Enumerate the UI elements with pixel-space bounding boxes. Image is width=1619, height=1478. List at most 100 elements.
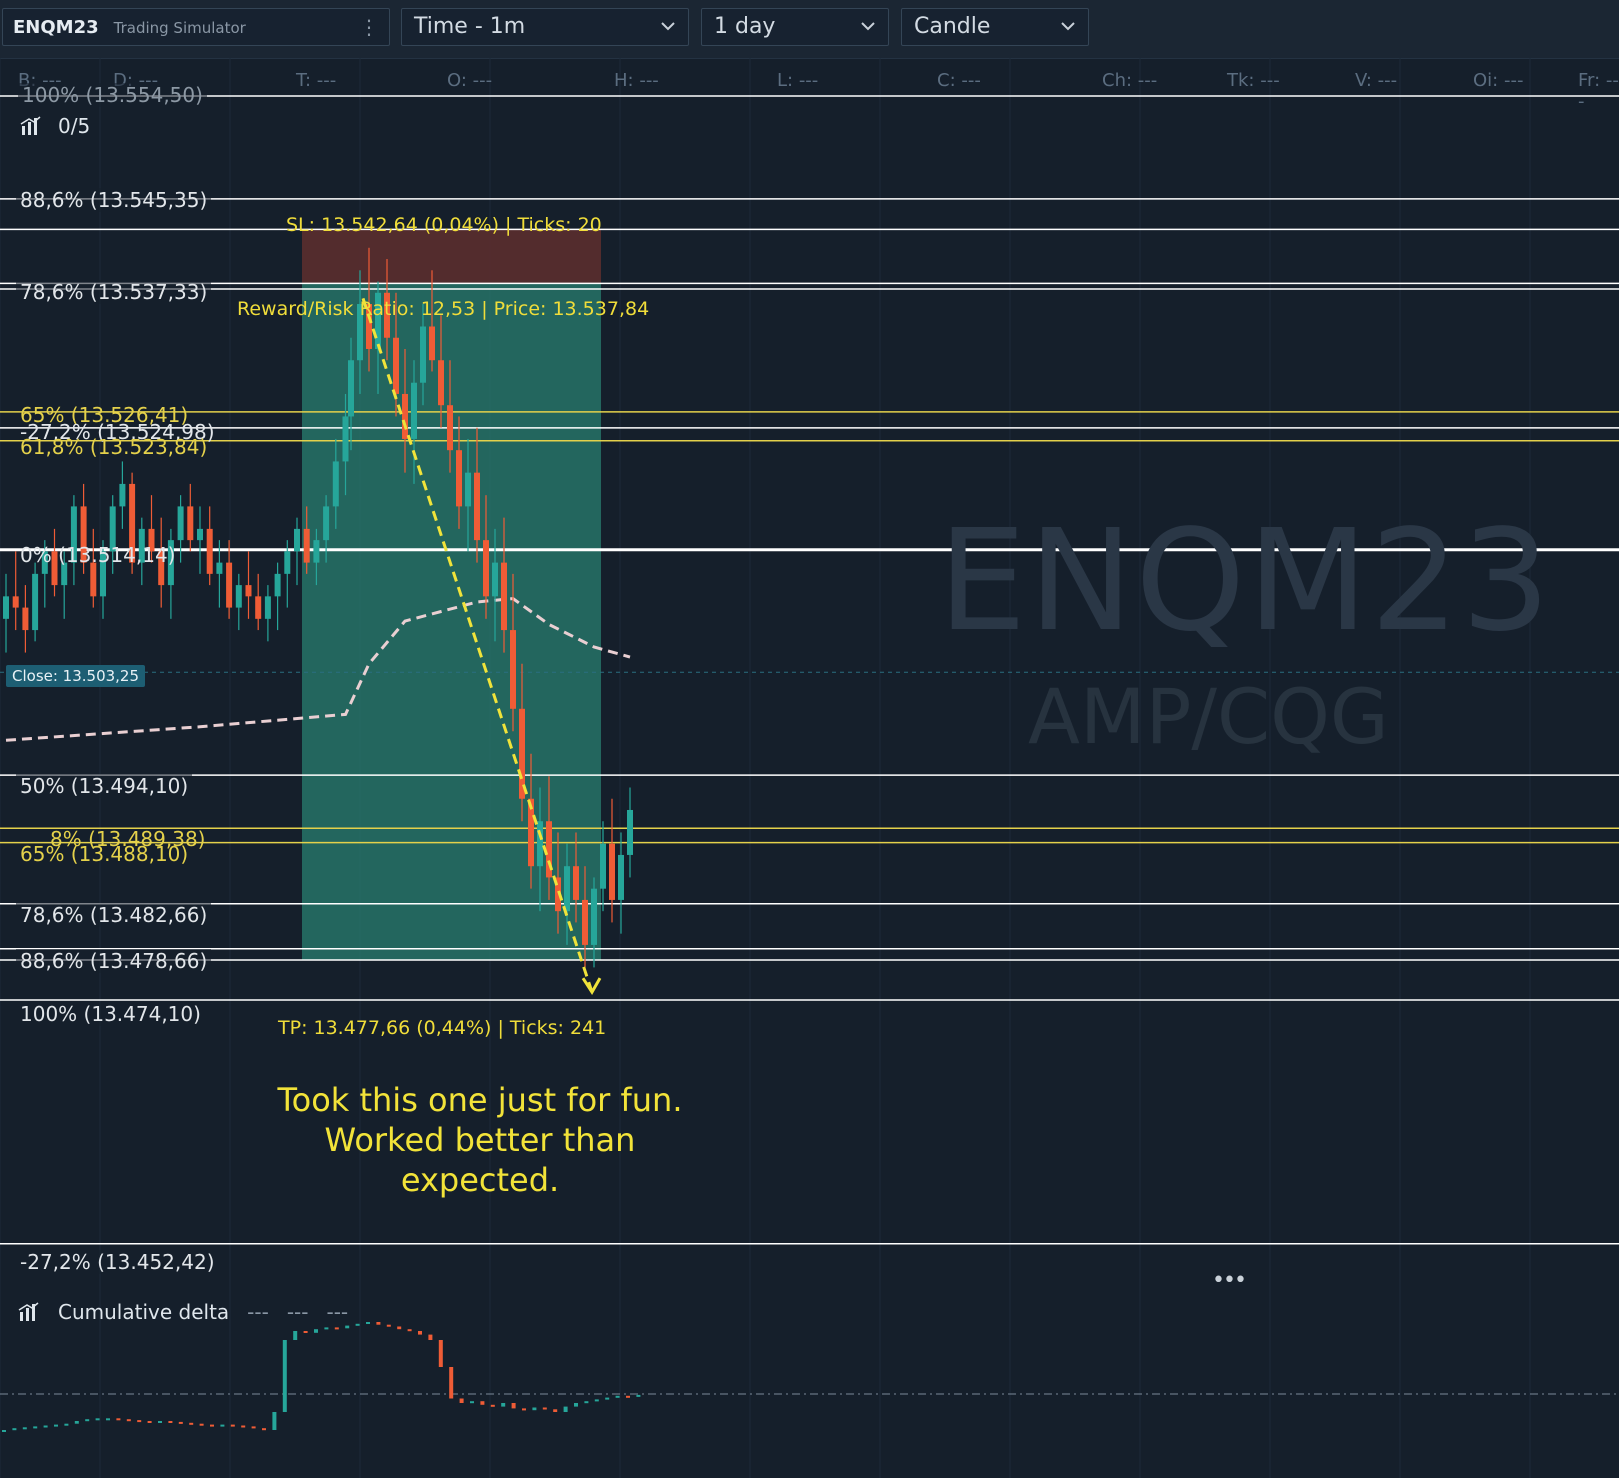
candle-body (119, 483, 126, 507)
candle-body (32, 573, 39, 631)
candle-body (537, 821, 543, 867)
delta-bar (376, 1322, 381, 1325)
candle-body (465, 472, 471, 507)
delta-bar (480, 1401, 485, 1405)
annotation-line-1: Took this one just for fun. (277, 1081, 683, 1119)
candle-body (627, 809, 633, 855)
delta-bar (251, 1426, 256, 1429)
delta-bar (584, 1401, 589, 1404)
delta-bar (386, 1324, 391, 1327)
delta-bar (615, 1395, 620, 1398)
candle-body (492, 562, 498, 597)
candle-body (177, 506, 184, 541)
stop-loss-label[interactable]: SL: 13.542,64 (0,04%) | Ticks: 20 (286, 214, 602, 236)
study-badge[interactable]: 0/5 (20, 114, 90, 138)
delta-bar (12, 1428, 17, 1431)
delta-bar (2, 1430, 6, 1432)
candle-body (420, 326, 426, 383)
candle-body (245, 585, 252, 597)
kebab-menu-icon[interactable]: ⋮ (359, 9, 379, 45)
candle-body (313, 540, 320, 563)
candle-body (187, 506, 194, 541)
delta-bar (116, 1418, 121, 1421)
delta-bar (303, 1331, 308, 1333)
delta-bar (626, 1395, 630, 1398)
candle-body (12, 596, 19, 608)
target-zone (302, 283, 601, 960)
delta-bar (366, 1322, 370, 1324)
candle-body (582, 899, 588, 945)
delta-bar (459, 1398, 464, 1403)
delta-bar (199, 1423, 204, 1426)
delta-bar (137, 1420, 142, 1423)
take-profit-label[interactable]: TP: 13.477,66 (0,44%) | Ticks: 241 (278, 1017, 606, 1039)
candle-body (264, 596, 271, 619)
delta-bar (636, 1394, 641, 1397)
fib-levels (0, 95, 1619, 1245)
delta-bar (511, 1403, 516, 1409)
ohlc-h: H: --- (614, 70, 659, 91)
delta-bar (605, 1397, 610, 1400)
delta-bar (355, 1323, 360, 1326)
ohlc-fr: Fr: --- (1578, 70, 1619, 112)
delta-bar (407, 1329, 412, 1332)
delta-bar (574, 1403, 578, 1407)
symbol-selector[interactable]: ENQM23 Trading Simulator ⋮ (2, 8, 390, 46)
candle-body (323, 506, 330, 541)
fib-label-neg27-lower: -27,2% (13.452,42) (16, 1250, 219, 1274)
delta-bar (54, 1424, 58, 1427)
delta-bar (158, 1421, 162, 1423)
delta-bar (220, 1424, 225, 1427)
ohlc-oi: Oi: --- (1473, 70, 1524, 91)
delta-bar (542, 1407, 547, 1410)
chart-annotation[interactable]: Took this one just for fun. Worked bette… (260, 1080, 700, 1200)
reward-risk-label[interactable]: Reward/Risk Ratio: 12,53 | Price: 13.537… (237, 298, 649, 320)
candle-body (483, 540, 489, 597)
delta-bar (438, 1340, 443, 1367)
delta-bar (147, 1421, 152, 1423)
delta-bar (490, 1404, 495, 1407)
candle-body (90, 562, 97, 597)
range-dropdown[interactable]: 1 day (701, 8, 889, 46)
candle-body (274, 573, 281, 597)
bar-chart-icon (20, 116, 41, 135)
chart-type-dropdown[interactable]: Candle (901, 8, 1089, 46)
fib-label-61-8-upper: 61,8% (13.523,84) (20, 435, 208, 459)
candle-body (411, 382, 417, 439)
chart-type-value: Candle (914, 14, 991, 39)
fib-label-top-100: 100% (13.554,50) (18, 83, 207, 107)
cumulative-delta-value-3: --- (326, 1300, 349, 1324)
delta-bar (189, 1422, 194, 1425)
ohlc-c: C: --- (937, 70, 981, 91)
delta-bar (210, 1424, 214, 1427)
delta-bar (449, 1367, 454, 1399)
candle-body (332, 461, 339, 507)
candle-body (510, 630, 516, 709)
candle-body (393, 337, 399, 394)
candle-body (573, 866, 579, 900)
delta-bar (324, 1327, 329, 1330)
delta-bar (345, 1325, 350, 1329)
delta-bar (262, 1428, 266, 1431)
annotation-line-2: Worked better than expected. (324, 1121, 636, 1199)
interval-dropdown[interactable]: Time - 1m (401, 8, 689, 46)
more-dots-icon[interactable]: ••• (1212, 1268, 1247, 1293)
delta-bar (272, 1412, 277, 1430)
cumulative-delta-value-1: --- (247, 1300, 269, 1324)
delta-bar (532, 1407, 537, 1411)
ohlc-v: V: --- (1355, 70, 1398, 91)
candle-body (564, 866, 570, 912)
candle-body (618, 854, 624, 900)
delta-bar (230, 1424, 235, 1427)
candle-body (342, 416, 349, 462)
cumulative-delta-title: Cumulative delta (58, 1300, 230, 1324)
account-subtitle: Trading Simulator (113, 19, 246, 37)
toolbar: ENQM23 Trading Simulator ⋮ Time - 1m 1 d… (0, 0, 1619, 59)
trend-arrowhead (581, 977, 602, 996)
candle-body (456, 450, 462, 507)
delta-bar (85, 1419, 90, 1422)
price-chart[interactable] (0, 58, 1619, 1478)
delta-bar (397, 1326, 402, 1330)
candle-body (429, 326, 435, 361)
candle-body (3, 596, 9, 619)
